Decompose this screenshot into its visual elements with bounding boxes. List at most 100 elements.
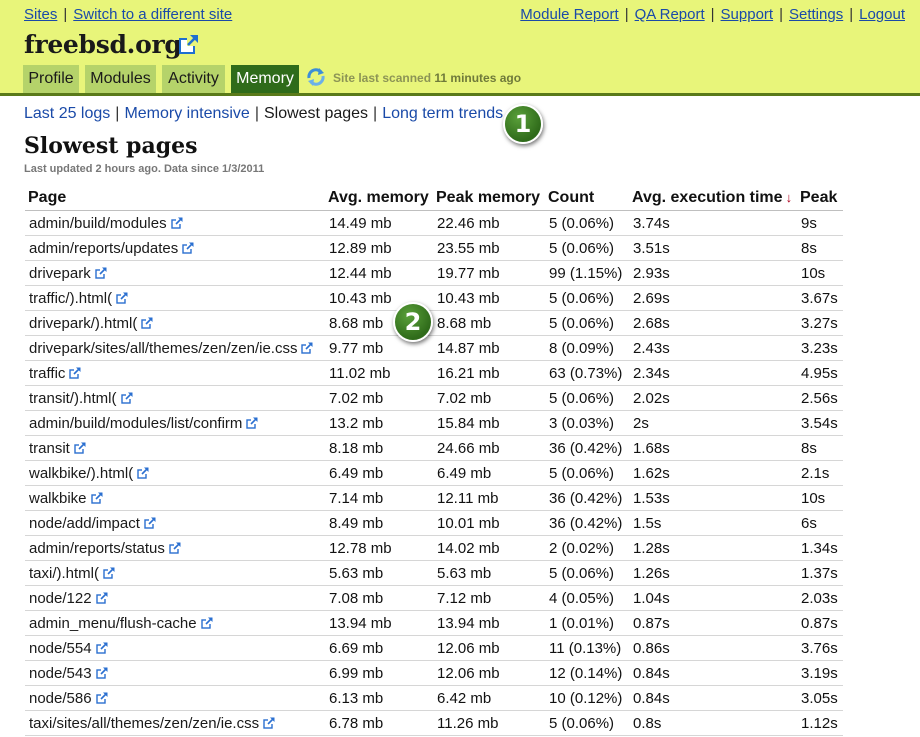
table-row: walkbike 7.14 mb 12.11 mb 36 (0.42%) 1.53s 10…	[25, 485, 843, 511]
logout-link[interactable]: Logout	[859, 6, 905, 23]
qa-report-link[interactable]: QA Report	[635, 6, 705, 23]
cell-peak: 3.19s	[797, 660, 843, 686]
external-link-icon[interactable]	[137, 466, 150, 479]
table-row: admin/build/modules 14.49 mb 22.46 mb 5 (0.…	[25, 210, 843, 236]
external-link-icon[interactable]	[301, 341, 314, 354]
settings-link[interactable]: Settings	[789, 6, 843, 23]
cell-page: traffic/).html(	[25, 285, 325, 311]
cell-page: transit	[25, 435, 325, 461]
cell-avg-memory: 6.69 mb	[325, 635, 433, 661]
col-header-avg-memory[interactable]: Avg. memory	[325, 186, 433, 211]
cell-peak: 1.37s	[797, 560, 843, 586]
cell-avg-exec-time: 3.51s	[629, 235, 797, 261]
cell-avg-exec-time: 1.28s	[629, 535, 797, 561]
cell-peak: 10s	[797, 485, 843, 511]
page-title: Slowest pages	[24, 133, 198, 159]
external-link-icon[interactable]	[95, 666, 108, 679]
col-header-page[interactable]: Page	[25, 186, 325, 211]
external-link-icon[interactable]	[120, 391, 133, 404]
cell-peak-memory: 6.42 mb	[433, 685, 545, 711]
cell-avg-memory: 12.89 mb	[325, 235, 433, 261]
cell-avg-exec-time: 0.87s	[629, 610, 797, 636]
table-row: taxi/).html(5.63 mb 5.63 mb 5 (0.06%) 1.26s…	[25, 560, 843, 586]
cell-peak: 9s	[797, 210, 843, 236]
external-link-icon[interactable]	[200, 616, 213, 629]
external-link-icon[interactable]	[95, 641, 108, 654]
cell-avg-memory: 6.13 mb	[325, 685, 433, 711]
external-link-icon[interactable]	[95, 591, 108, 604]
external-link-icon[interactable]	[95, 691, 108, 704]
cell-page: taxi/sites/all/themes/zen/zen/ie.css	[25, 710, 325, 736]
col-header-peak-memory[interactable]: Peak memory	[433, 186, 545, 211]
cell-count: 5 (0.06%)	[545, 560, 629, 586]
cell-page: drivepark/).html(	[25, 310, 325, 336]
cell-avg-exec-time: 1.68s	[629, 435, 797, 461]
table-row: node/add/impact 8.49 mb 10.01 mb 36 (0.42%)…	[25, 510, 843, 536]
external-link-icon[interactable]	[170, 216, 183, 229]
external-link-icon[interactable]	[246, 416, 259, 429]
cell-avg-exec-time: 0.84s	[629, 660, 797, 686]
table-row: drivepark/).html(8.68 mb 8.68 mb 5 (0.06%)…	[25, 310, 843, 336]
external-link-icon[interactable]	[144, 516, 156, 529]
cell-avg-exec-time: 0.86s	[629, 635, 797, 661]
external-link-icon[interactable]	[69, 366, 82, 379]
table-row: admin_menu/flush-cache 13.94 mb 13.94 mb 1 …	[25, 610, 843, 636]
table-row: taxi/sites/all/themes/zen/zen/ie.css 6.78…	[25, 710, 843, 736]
cell-avg-memory: 12.78 mb	[325, 535, 433, 561]
cell-avg-exec-time: 2s	[629, 410, 797, 436]
table-row: traffic 11.02 mb 16.21 mb 63 (0.73%) 2.34s 4.…	[25, 360, 843, 386]
cell-count: 4 (0.05%)	[545, 585, 629, 611]
cell-peak-memory: 10.43 mb	[433, 285, 545, 311]
col-header-avg-exec-time[interactable]: Avg. execution time ↓	[629, 186, 797, 211]
cell-count: 12 (0.14%)	[545, 660, 629, 686]
tab-profile[interactable]: Profile	[23, 65, 79, 93]
table-row: walkbike/).html(6.49 mb 6.49 mb 5 (0.06%) 1…	[25, 460, 843, 486]
subnav-memory-intensive[interactable]: Memory intensive	[124, 105, 249, 122]
subnav-long-term-trends[interactable]: Long term trends	[382, 105, 503, 122]
cell-avg-memory: 8.18 mb	[325, 435, 433, 461]
cell-count: 10 (0.12%)	[545, 685, 629, 711]
cell-peak: 3.27s	[797, 310, 843, 336]
external-link-icon[interactable]	[95, 266, 107, 279]
cell-avg-memory: 7.02 mb	[325, 385, 433, 411]
top-nav-right: Module Report | QA Report | Support | Settings…	[520, 6, 905, 23]
external-link-icon[interactable]	[141, 316, 154, 329]
tab-memory[interactable]: Memory	[231, 65, 299, 93]
cell-avg-memory: 6.99 mb	[325, 660, 433, 686]
cell-avg-memory: 13.94 mb	[325, 610, 433, 636]
col-header-count[interactable]: Count	[545, 186, 629, 211]
external-link-icon[interactable]	[90, 491, 103, 504]
cell-avg-memory: 7.14 mb	[325, 485, 433, 511]
col-header-peak[interactable]: Peak	[797, 186, 843, 211]
external-link-icon[interactable]	[103, 566, 116, 579]
external-link-icon[interactable]	[263, 716, 276, 729]
cell-page: walkbike/).html(	[25, 460, 325, 486]
external-link-icon[interactable]	[169, 541, 181, 554]
cell-count: 3 (0.03%)	[545, 410, 629, 436]
table-row: traffic/).html(10.43 mb 10.43 mb 5 (0.06%)…	[25, 285, 843, 311]
external-link-icon[interactable]	[116, 291, 129, 304]
cell-page: node/543	[25, 660, 325, 686]
cell-avg-exec-time: 2.93s	[629, 260, 797, 286]
table-row: transit 8.18 mb 24.66 mb 36 (0.42%) 1.68s 8s	[25, 435, 843, 461]
tab-activity[interactable]: Activity	[162, 65, 225, 93]
cell-avg-memory: 12.44 mb	[325, 260, 433, 286]
module-report-link[interactable]: Module Report	[520, 6, 618, 23]
table-row: drivepark 12.44 mb 19.77 mb 99 (1.15%) 2.93s…	[25, 260, 843, 286]
external-link-icon[interactable]	[178, 33, 200, 55]
cell-avg-memory: 5.63 mb	[325, 560, 433, 586]
scan-prefix: Site last scanned	[333, 71, 435, 85]
sites-link[interactable]: Sites	[24, 6, 57, 23]
cell-page: admin/build/modules	[25, 210, 325, 236]
subnav-last-25-logs[interactable]: Last 25 logs	[24, 105, 110, 122]
external-link-icon[interactable]	[182, 241, 195, 254]
cell-page: drivepark	[25, 260, 325, 286]
page-path: taxi/).html(	[29, 564, 100, 582]
cell-peak-memory: 22.46 mb	[433, 210, 545, 236]
tab-modules[interactable]: Modules	[85, 65, 156, 93]
cell-page: transit/).html(	[25, 385, 325, 411]
support-link[interactable]: Support	[721, 6, 774, 23]
external-link-icon[interactable]	[74, 441, 86, 454]
cell-count: 36 (0.42%)	[545, 485, 629, 511]
switch-site-link[interactable]: Switch to a different site	[73, 6, 232, 23]
